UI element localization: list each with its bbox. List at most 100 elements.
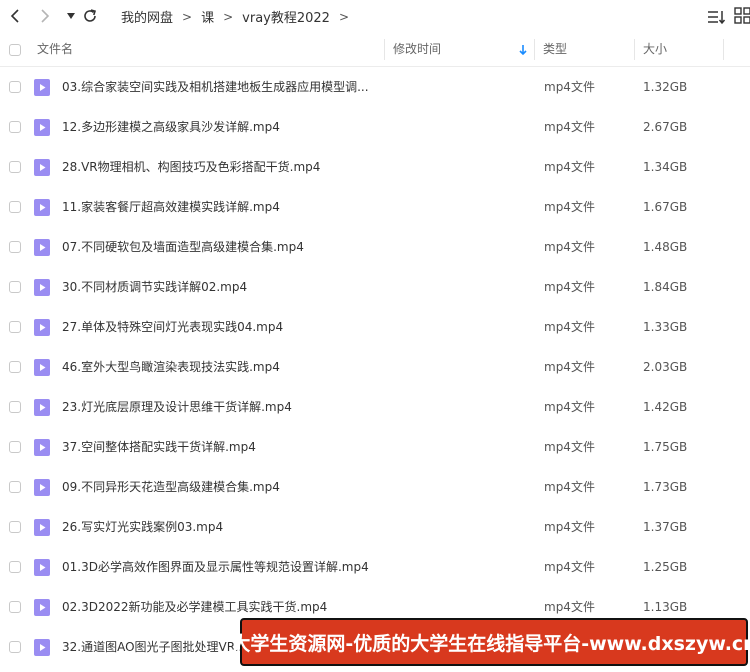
watermark-banner: 大学生资源网-优质的大学生在线指导平台-www.dxszyw.cn [231, 618, 750, 666]
file-name[interactable]: 11.家装客餐厅超高效建模实践详解.mp4 [62, 187, 280, 227]
row-checkbox[interactable] [9, 361, 21, 373]
video-file-icon [34, 439, 50, 456]
video-file-icon [34, 239, 50, 256]
breadcrumb: 我的网盘 > 课 > vray教程2022 > [121, 0, 358, 33]
breadcrumb-item-netdisk[interactable]: 我的网盘 [121, 7, 173, 26]
breadcrumb-separator-icon: > [338, 9, 350, 24]
chevron-left-icon [10, 9, 19, 23]
video-file-icon [34, 319, 50, 336]
refresh-icon [84, 9, 97, 22]
table-row[interactable]: 11.家装客餐厅超高效建模实践详解.mp4 mp4文件 1.67GB [0, 187, 750, 227]
column-header-type[interactable]: 类型 [543, 33, 567, 66]
file-name[interactable]: 07.不同硬软包及墙面造型高级建模合集.mp4 [62, 227, 304, 267]
file-size: 1.33GB [643, 320, 688, 334]
row-checkbox[interactable] [9, 281, 21, 293]
column-header-name[interactable]: 文件名 [37, 33, 73, 66]
file-type: mp4文件 [544, 160, 595, 174]
file-type: mp4文件 [544, 520, 595, 534]
video-file-icon [34, 599, 50, 616]
row-checkbox[interactable] [9, 561, 21, 573]
video-file-icon [34, 479, 50, 496]
video-file-icon [34, 279, 50, 296]
video-file-icon [34, 639, 50, 656]
file-list-header: 文件名 修改时间 类型 大小 [0, 33, 750, 67]
file-type: mp4文件 [544, 440, 595, 454]
file-name[interactable]: 09.不同异形天花造型高级建模合集.mp4 [62, 467, 280, 507]
file-type: mp4文件 [544, 280, 595, 294]
table-row[interactable]: 23.灯光底层原理及设计思维干货详解.mp4 mp4文件 1.42GB [0, 387, 750, 427]
view-toggle-button[interactable] [734, 7, 750, 25]
sort-desc-arrow-icon [519, 45, 527, 56]
file-type: mp4文件 [544, 360, 595, 374]
column-divider [534, 39, 535, 60]
sort-menu-button[interactable] [706, 7, 726, 27]
row-checkbox[interactable] [9, 641, 21, 653]
row-checkbox[interactable] [9, 601, 21, 613]
file-size: 1.34GB [643, 160, 688, 174]
row-checkbox[interactable] [9, 241, 21, 253]
file-size: 2.67GB [643, 120, 688, 134]
file-size: 1.75GB [643, 440, 688, 454]
file-name[interactable]: 26.写实灯光实践案例03.mp4 [62, 507, 223, 547]
row-checkbox[interactable] [9, 521, 21, 533]
file-size: 1.73GB [643, 480, 688, 494]
file-name[interactable]: 23.灯光底层原理及设计思维干货详解.mp4 [62, 387, 292, 427]
column-header-modified[interactable]: 修改时间 [393, 33, 441, 66]
select-all-checkbox[interactable] [9, 44, 21, 56]
file-name[interactable]: 03.综合家装空间实践及相机搭建地板生成器应用模型调... [62, 67, 369, 107]
table-row[interactable]: 37.空间整体搭配实践干货详解.mp4 mp4文件 1.75GB [0, 427, 750, 467]
file-size: 1.42GB [643, 400, 688, 414]
row-checkbox[interactable] [9, 441, 21, 453]
row-checkbox[interactable] [9, 481, 21, 493]
breadcrumb-separator-icon: > [223, 9, 234, 24]
file-name[interactable]: 01.3D必学高效作图界面及显示属性等规范设置详解.mp4 [62, 547, 369, 587]
file-name[interactable]: 12.多边形建模之高级家具沙发详解.mp4 [62, 107, 280, 147]
file-type: mp4文件 [544, 560, 595, 574]
file-name[interactable]: 32.通道图AO图光子图批处理VR... [62, 627, 246, 667]
video-file-icon [34, 559, 50, 576]
chevron-right-icon [41, 9, 50, 23]
file-name[interactable]: 46.室外大型鸟瞰渲染表现技法实践.mp4 [62, 347, 280, 387]
table-row[interactable]: 27.单体及特殊空间灯光表现实践04.mp4 mp4文件 1.33GB [0, 307, 750, 347]
table-row[interactable]: 28.VR物理相机、构图技巧及色彩搭配干货.mp4 mp4文件 1.34GB [0, 147, 750, 187]
table-row[interactable]: 09.不同异形天花造型高级建模合集.mp4 mp4文件 1.73GB [0, 467, 750, 507]
column-header-size[interactable]: 大小 [643, 33, 667, 66]
file-name[interactable]: 28.VR物理相机、构图技巧及色彩搭配干货.mp4 [62, 147, 320, 187]
table-row[interactable]: 07.不同硬软包及墙面造型高级建模合集.mp4 mp4文件 1.48GB [0, 227, 750, 267]
history-dropdown-button[interactable] [61, 6, 81, 26]
row-checkbox[interactable] [9, 81, 21, 93]
breadcrumb-item-vray[interactable]: vray教程2022 [242, 7, 330, 26]
table-row[interactable]: 30.不同材质调节实践详解02.mp4 mp4文件 1.84GB [0, 267, 750, 307]
file-size: 1.84GB [643, 280, 688, 294]
refresh-button[interactable] [80, 6, 100, 26]
video-file-icon [34, 119, 50, 136]
file-size: 1.67GB [643, 200, 688, 214]
column-divider [384, 39, 385, 60]
file-size: 1.32GB [643, 80, 688, 94]
file-name[interactable]: 27.单体及特殊空间灯光表现实践04.mp4 [62, 307, 283, 347]
row-checkbox[interactable] [9, 401, 21, 413]
table-row[interactable]: 12.多边形建模之高级家具沙发详解.mp4 mp4文件 2.67GB [0, 107, 750, 147]
table-row[interactable]: 46.室外大型鸟瞰渲染表现技法实践.mp4 mp4文件 2.03GB [0, 347, 750, 387]
row-checkbox[interactable] [9, 121, 21, 133]
column-divider [634, 39, 635, 60]
forward-button[interactable] [35, 6, 55, 26]
back-button[interactable] [6, 6, 26, 26]
row-checkbox[interactable] [9, 161, 21, 173]
file-name[interactable]: 37.空间整体搭配实践干货详解.mp4 [62, 427, 256, 467]
file-type: mp4文件 [544, 400, 595, 414]
table-row[interactable]: 01.3D必学高效作图界面及显示属性等规范设置详解.mp4 mp4文件 1.25… [0, 547, 750, 587]
file-name[interactable]: 30.不同材质调节实践详解02.mp4 [62, 267, 247, 307]
caret-down-icon [67, 13, 75, 19]
row-checkbox[interactable] [9, 201, 21, 213]
video-file-icon [34, 399, 50, 416]
table-row[interactable]: 03.综合家装空间实践及相机搭建地板生成器应用模型调... mp4文件 1.32… [0, 67, 750, 107]
breadcrumb-item-course[interactable]: 课 [201, 7, 214, 26]
row-checkbox[interactable] [9, 321, 21, 333]
file-size: 1.25GB [643, 560, 688, 574]
file-size: 2.03GB [643, 360, 688, 374]
file-type: mp4文件 [544, 200, 595, 214]
table-row[interactable]: 26.写实灯光实践案例03.mp4 mp4文件 1.37GB [0, 507, 750, 547]
video-file-icon [34, 159, 50, 176]
sort-list-icon [708, 11, 726, 25]
